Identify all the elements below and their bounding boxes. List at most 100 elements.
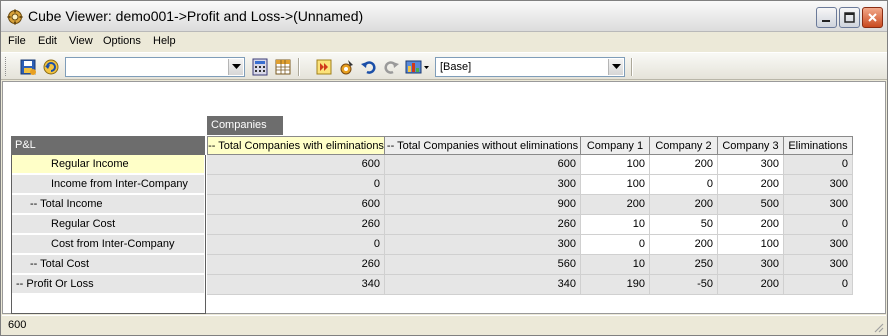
row-header[interactable]: Cost from Inter-Company: [12, 235, 205, 254]
subset-combo-dropdown[interactable]: [608, 59, 623, 75]
column-header[interactable]: Company 2: [650, 136, 718, 155]
data-cell[interactable]: 300: [784, 255, 853, 275]
data-cell[interactable]: 0: [650, 175, 718, 195]
view-combo-dropdown[interactable]: [228, 59, 243, 75]
data-cell[interactable]: 0: [784, 215, 853, 235]
data-cell[interactable]: 260: [207, 215, 385, 235]
data-cell[interactable]: 200: [718, 275, 784, 295]
save-view-icon: [20, 59, 36, 75]
data-cell[interactable]: 300: [784, 195, 853, 215]
close-icon: [868, 13, 877, 22]
data-cell[interactable]: 50: [650, 215, 718, 235]
resize-grip-icon[interactable]: [872, 321, 884, 333]
chart-icon: [405, 60, 429, 74]
save-view-button[interactable]: [18, 57, 38, 77]
column-dimension-tab[interactable]: Companies: [207, 116, 283, 135]
view-combo[interactable]: [65, 57, 245, 77]
data-cell[interactable]: 200: [650, 195, 718, 215]
data-cell[interactable]: 300: [385, 235, 581, 255]
menu-help[interactable]: Help: [153, 35, 176, 47]
spreadsheet-button[interactable]: [273, 57, 293, 77]
sandbox-icon: [340, 60, 353, 75]
chevron-down-icon: [612, 64, 621, 69]
calculator-button[interactable]: [250, 57, 270, 77]
redo-button[interactable]: [381, 57, 401, 77]
row-header[interactable]: -- Total Cost: [12, 255, 205, 274]
row-header[interactable]: Income from Inter-Company: [12, 175, 205, 194]
row-dimension-tab[interactable]: P&L: [11, 136, 205, 155]
data-cell[interactable]: 0: [207, 175, 385, 195]
export-icon: [316, 59, 332, 75]
recalculate-button[interactable]: [41, 57, 61, 77]
menu-edit[interactable]: Edit: [38, 35, 57, 47]
menu-view[interactable]: View: [69, 35, 93, 47]
data-cell[interactable]: 500: [718, 195, 784, 215]
column-header[interactable]: Eliminations: [784, 136, 853, 155]
export-button[interactable]: [314, 57, 334, 77]
undo-icon: [361, 61, 376, 74]
subset-combo-value: [Base]: [440, 61, 472, 73]
data-cell[interactable]: 260: [207, 255, 385, 275]
data-cell[interactable]: 300: [718, 255, 784, 275]
spreadsheet-icon: [275, 59, 291, 75]
row-header[interactable]: Regular Income: [12, 155, 205, 174]
minimize-button[interactable]: [816, 7, 837, 28]
menu-options[interactable]: Options: [103, 35, 141, 47]
data-cell[interactable]: 340: [207, 275, 385, 295]
redo-icon: [384, 61, 399, 74]
data-cell[interactable]: 100: [581, 155, 650, 175]
data-cell[interactable]: 300: [385, 175, 581, 195]
column-header[interactable]: -- Total Companies without eliminations: [385, 136, 581, 155]
undo-button[interactable]: [359, 57, 379, 77]
data-cell[interactable]: 100: [718, 235, 784, 255]
data-cell[interactable]: 300: [784, 175, 853, 195]
calculator-icon: [252, 58, 268, 76]
window-title: Cube Viewer: demo001->Profit and Loss->(…: [28, 8, 364, 24]
data-cell[interactable]: 10: [581, 215, 650, 235]
toolbar-grip[interactable]: [5, 57, 8, 76]
data-cell[interactable]: 200: [650, 235, 718, 255]
data-cell[interactable]: 200: [718, 215, 784, 235]
cube-grid: Companies P&L Regular Income Income from …: [2, 81, 886, 314]
data-cell[interactable]: -50: [650, 275, 718, 295]
close-button[interactable]: [862, 7, 883, 28]
data-cell[interactable]: 190: [581, 275, 650, 295]
data-cell[interactable]: 10: [581, 255, 650, 275]
data-cell[interactable]: 0: [207, 235, 385, 255]
toolbar-separator: [631, 58, 633, 76]
menu-bar: File Edit View Options Help: [1, 33, 887, 51]
data-cell[interactable]: 340: [385, 275, 581, 295]
data-cell[interactable]: 300: [718, 155, 784, 175]
data-cell[interactable]: 200: [581, 195, 650, 215]
data-cell[interactable]: 0: [784, 155, 853, 175]
row-header[interactable]: Regular Cost: [12, 215, 205, 234]
data-cell[interactable]: 250: [650, 255, 718, 275]
data-cell[interactable]: 560: [385, 255, 581, 275]
maximize-button[interactable]: [839, 7, 860, 28]
data-cell[interactable]: 0: [581, 235, 650, 255]
data-cell[interactable]: 0: [784, 275, 853, 295]
data-cell[interactable]: 300: [784, 235, 853, 255]
data-cell[interactable]: 600: [207, 155, 385, 175]
subset-combo[interactable]: [Base]: [435, 57, 625, 77]
sandbox-button[interactable]: [337, 57, 357, 77]
data-cell[interactable]: 600: [385, 155, 581, 175]
row-header[interactable]: -- Total Income: [12, 195, 205, 214]
cube-viewer-window: Cube Viewer: demo001->Profit and Loss->(…: [0, 0, 888, 336]
title-dimension-area[interactable]: [3, 82, 885, 116]
data-cell[interactable]: 900: [385, 195, 581, 215]
chart-button[interactable]: [404, 57, 432, 77]
row-header[interactable]: -- Profit Or Loss: [12, 275, 205, 294]
data-cell[interactable]: 200: [650, 155, 718, 175]
column-header[interactable]: Company 1: [581, 136, 650, 155]
data-cell[interactable]: 260: [385, 215, 581, 235]
column-header[interactable]: -- Total Companies with eliminations: [207, 136, 385, 155]
data-cell[interactable]: 600: [207, 195, 385, 215]
menu-file[interactable]: File: [8, 35, 26, 47]
row-headers: Regular Income Income from Inter-Company -…: [11, 155, 206, 314]
column-header[interactable]: Company 3: [718, 136, 784, 155]
title-bar[interactable]: Cube Viewer: demo001->Profit and Loss->(…: [1, 1, 887, 32]
data-cell[interactable]: 200: [718, 175, 784, 195]
data-cell[interactable]: 100: [581, 175, 650, 195]
toolbar: [Base]: [1, 52, 887, 80]
